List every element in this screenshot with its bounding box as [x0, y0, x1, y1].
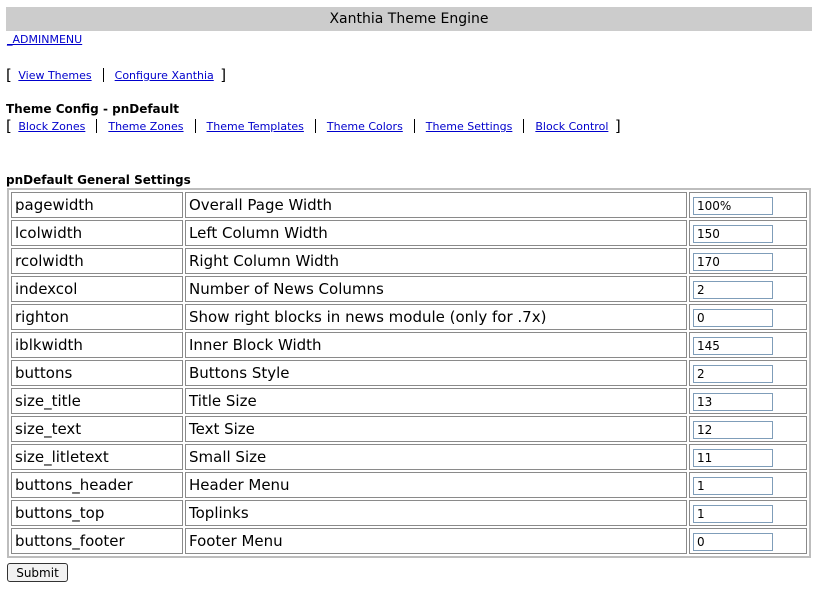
setting-row: buttons Buttons Style [11, 360, 807, 386]
nav-separator [96, 119, 98, 133]
setting-description: Show right blocks in news module (only f… [185, 304, 687, 330]
setting-value-input[interactable] [693, 392, 773, 411]
setting-description: Number of News Columns [185, 276, 687, 302]
setting-value-cell [689, 332, 807, 358]
bracket-close: ] [220, 66, 227, 84]
setting-description: Small Size [185, 444, 687, 470]
setting-value-input[interactable] [693, 476, 773, 495]
setting-value-input[interactable] [693, 336, 773, 355]
setting-row: indexcol Number of News Columns [11, 276, 807, 302]
setting-value-input[interactable] [693, 252, 773, 271]
setting-key: buttons_top [11, 500, 183, 526]
setting-value-cell [689, 220, 807, 246]
setting-value-input[interactable] [693, 364, 773, 383]
theme-config-nav: [ Block Zones Theme Zones Theme Templates T… [6, 117, 621, 135]
setting-key: buttons [11, 360, 183, 386]
setting-value-cell [689, 388, 807, 414]
setting-value-cell [689, 192, 807, 218]
setting-value-cell [689, 500, 807, 526]
setting-value-input[interactable] [693, 532, 773, 551]
setting-description: Title Size [185, 388, 687, 414]
setting-key: buttons_footer [11, 528, 183, 554]
setting-key: size_text [11, 416, 183, 442]
tab-theme-zones[interactable]: Theme Zones [108, 120, 183, 133]
setting-key: size_litletext [11, 444, 183, 470]
submit-button[interactable]: Submit [7, 563, 68, 582]
tab-theme-templates[interactable]: Theme Templates [207, 120, 304, 133]
setting-value-cell [689, 304, 807, 330]
top-nav: [ View Themes Configure Xanthia ] [6, 66, 226, 84]
page-header: Xanthia Theme Engine [6, 7, 812, 31]
settings-title: pnDefault General Settings [6, 173, 191, 187]
setting-value-input[interactable] [693, 280, 773, 299]
page-title: Xanthia Theme Engine [329, 11, 489, 27]
nav-separator [314, 119, 316, 133]
tab-theme-settings[interactable]: Theme Settings [426, 120, 513, 133]
configure-xanthia-link[interactable]: Configure Xanthia [115, 69, 214, 82]
setting-row: size_title Title Size [11, 388, 807, 414]
setting-value-input[interactable] [693, 448, 773, 467]
setting-description: Left Column Width [185, 220, 687, 246]
setting-row: rcolwidth Right Column Width [11, 248, 807, 274]
setting-value-input[interactable] [693, 308, 773, 327]
setting-description: Text Size [185, 416, 687, 442]
setting-key: rcolwidth [11, 248, 183, 274]
theme-config-title: Theme Config - pnDefault [6, 102, 180, 116]
setting-key: pagewidth [11, 192, 183, 218]
setting-value-cell [689, 276, 807, 302]
setting-key: righton [11, 304, 183, 330]
setting-value-cell [689, 416, 807, 442]
setting-key: size_title [11, 388, 183, 414]
setting-description: Overall Page Width [185, 192, 687, 218]
tab-block-zones[interactable]: Block Zones [18, 120, 85, 133]
admin-menu-link[interactable]: _ADMINMENU [7, 33, 82, 46]
setting-row: buttons_top Toplinks [11, 500, 807, 526]
setting-value-cell [689, 444, 807, 470]
bracket-open: [ [6, 117, 12, 135]
tab-block-control[interactable]: Block Control [535, 120, 608, 133]
setting-value-cell [689, 528, 807, 554]
setting-key: buttons_header [11, 472, 183, 498]
nav-separator [523, 119, 525, 133]
setting-value-input[interactable] [693, 420, 773, 439]
setting-value-cell [689, 360, 807, 386]
view-themes-link[interactable]: View Themes [18, 69, 91, 82]
setting-description: Inner Block Width [185, 332, 687, 358]
setting-key: iblkwidth [11, 332, 183, 358]
setting-row: buttons_header Header Menu [11, 472, 807, 498]
tab-theme-colors[interactable]: Theme Colors [327, 120, 403, 133]
setting-row: pagewidth Overall Page Width [11, 192, 807, 218]
setting-row: righton Show right blocks in news module … [11, 304, 807, 330]
setting-value-input[interactable] [693, 504, 773, 523]
setting-row: iblkwidth Inner Block Width [11, 332, 807, 358]
setting-value-input[interactable] [693, 196, 773, 215]
setting-description: Header Menu [185, 472, 687, 498]
bracket-open: [ [6, 66, 12, 84]
setting-description: Toplinks [185, 500, 687, 526]
setting-row: size_text Text Size [11, 416, 807, 442]
setting-key: lcolwidth [11, 220, 183, 246]
nav-separator [194, 119, 196, 133]
setting-description: Right Column Width [185, 248, 687, 274]
setting-row: size_litletext Small Size [11, 444, 807, 470]
nav-separator [102, 68, 104, 82]
setting-value-input[interactable] [693, 224, 773, 243]
setting-value-cell [689, 472, 807, 498]
settings-table: pagewidthOverall Page WidthlcolwidthLeft… [7, 188, 811, 558]
setting-description: Buttons Style [185, 360, 687, 386]
setting-description: Footer Menu [185, 528, 687, 554]
bracket-close: ] [614, 117, 621, 135]
setting-value-cell [689, 248, 807, 274]
nav-separator [413, 119, 415, 133]
setting-row: buttons_footer Footer Menu [11, 528, 807, 554]
setting-key: indexcol [11, 276, 183, 302]
setting-row: lcolwidth Left Column Width [11, 220, 807, 246]
